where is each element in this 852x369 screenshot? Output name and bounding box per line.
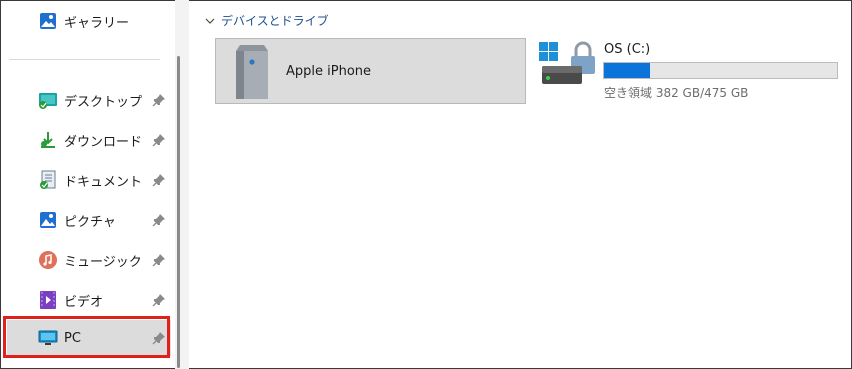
drive-usage-bar [603, 62, 838, 79]
documents-icon [38, 170, 58, 190]
sidebar-item-gallery[interactable]: ギャラリー [7, 3, 171, 39]
sidebar-item-label: デスクトップ [64, 94, 143, 110]
section-header-devices[interactable]: デバイスとドライブ [205, 12, 329, 29]
content-pane: デバイスとドライブ Apple iPhone OS (C:) 空き領域 382 … [189, 1, 851, 368]
music-icon [38, 250, 58, 270]
video-icon [38, 290, 58, 310]
section-title: デバイスとドライブ [221, 14, 329, 28]
device-label: Apple iPhone [286, 64, 372, 79]
sidebar-item-desktop[interactable]: デスクトップ [7, 82, 171, 118]
drive-name: OS (C:) [604, 42, 651, 57]
pictures-icon [38, 210, 58, 230]
sidebar-item-music[interactable]: ミュージック [7, 242, 171, 278]
drive-free-space: 空き領域 382 GB/475 GB [604, 86, 749, 100]
sidebar-item-label: ダウンロード [64, 134, 143, 150]
sidebar-item-label: ギャラリー [64, 15, 130, 31]
pin-icon[interactable] [152, 293, 166, 307]
desktop-folder-icon [38, 90, 58, 110]
sidebar-item-documents[interactable]: ドキュメント [7, 162, 171, 198]
sidebar-scrollbar[interactable] [177, 56, 180, 368]
drive-tile-os-c[interactable]: OS (C:) 空き領域 382 GB/475 GB [539, 38, 839, 108]
navigation-pane: ギャラリー デスクトップ ダウンロード ドキュメント ピクチャ ミュージック ビ… [1, 1, 175, 368]
drive-usage-fill [604, 63, 650, 78]
sidebar-item-pictures[interactable]: ピクチャ [7, 202, 171, 238]
device-tile-iphone[interactable]: Apple iPhone [215, 38, 526, 104]
sidebar-item-label: ビデオ [64, 294, 104, 310]
pin-icon[interactable] [152, 253, 166, 267]
sidebar-item-label: ミュージック [64, 254, 142, 270]
gallery-icon [38, 11, 58, 31]
sidebar-divider [9, 59, 160, 60]
sidebar-item-videos[interactable]: ビデオ [7, 282, 171, 318]
phone-device-icon [236, 45, 268, 99]
pin-icon[interactable] [152, 93, 166, 107]
chevron-down-icon [205, 18, 215, 24]
download-icon [38, 130, 58, 150]
pin-icon[interactable] [152, 173, 166, 187]
system-drive-icon [539, 41, 595, 84]
pc-highlight-box [3, 316, 170, 358]
sidebar-item-label: ドキュメント [64, 174, 143, 190]
pin-icon[interactable] [152, 133, 166, 147]
pin-icon[interactable] [152, 213, 166, 227]
sidebar-item-downloads[interactable]: ダウンロード [7, 122, 171, 158]
sidebar-item-label: ピクチャ [64, 214, 116, 230]
